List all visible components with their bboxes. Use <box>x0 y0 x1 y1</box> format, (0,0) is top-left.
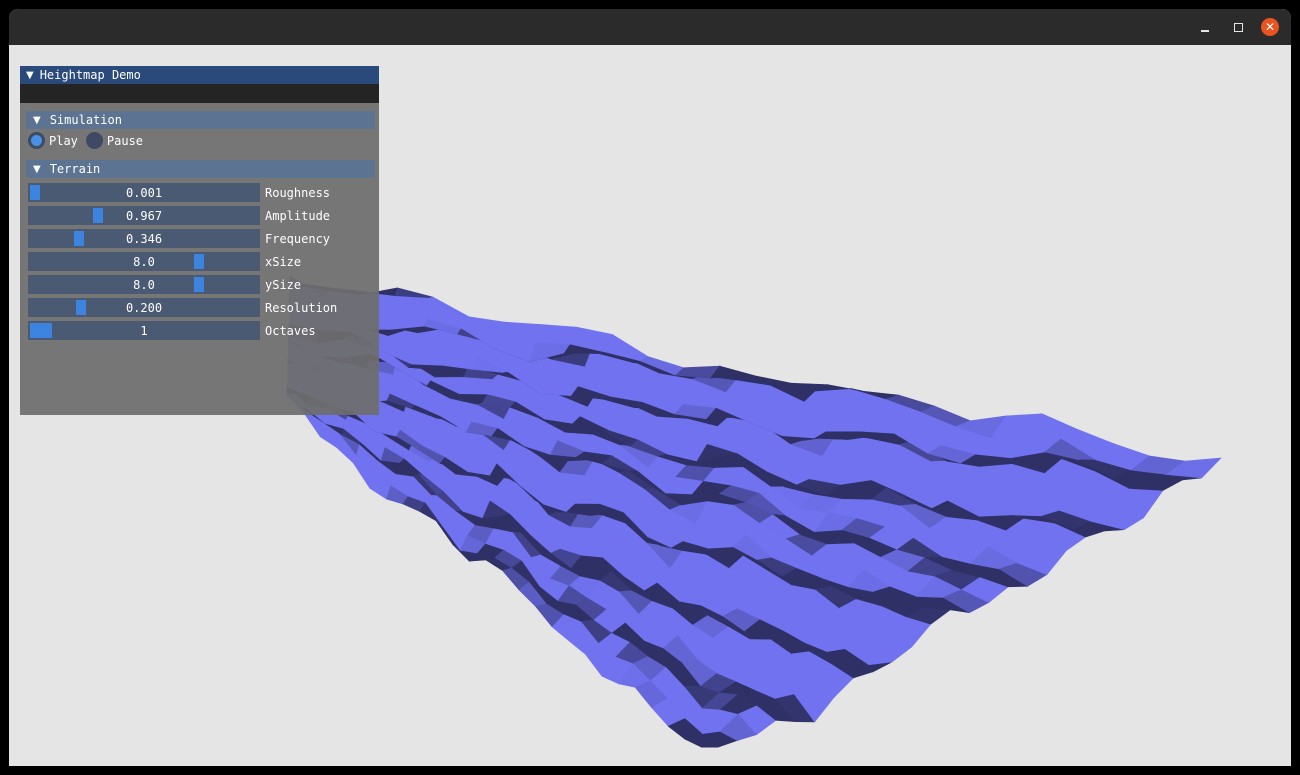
close-icon: ✕ <box>1264 20 1276 34</box>
xsize-label: xSize <box>265 254 302 269</box>
minimize-button[interactable] <box>1195 17 1215 37</box>
frequency-grab[interactable] <box>73 231 84 246</box>
resolution-value: 0.200 <box>125 300 163 315</box>
octaves-slider[interactable]: 1 <box>28 321 260 340</box>
roughness-grab[interactable] <box>30 185 40 200</box>
terrain-sliders: 0.001 Roughness 0.967 Amplitude 0.346 Fr… <box>20 178 379 342</box>
resolution-row: 0.200 Resolution <box>20 296 379 319</box>
close-button[interactable]: ✕ <box>1261 18 1279 36</box>
simulation-header-label: Simulation <box>49 113 122 127</box>
panel-menubar <box>20 84 379 103</box>
ysize-label: ySize <box>265 277 302 292</box>
maximize-button[interactable] <box>1228 17 1248 37</box>
terrain-face <box>394 287 434 299</box>
play-radio[interactable]: Play <box>28 132 78 149</box>
play-radio-label: Play <box>49 133 78 148</box>
terrain-header[interactable]: ▼ Terrain <box>26 160 375 178</box>
octaves-label: Octaves <box>265 323 316 338</box>
terrain-face <box>458 376 494 395</box>
amplitude-slider[interactable]: 0.967 <box>28 206 260 225</box>
ysize-row: 8.0 ySize <box>20 273 379 296</box>
heightmap-demo-panel[interactable]: ▼ Heightmap Demo ▼ Simulation Play Pause <box>20 66 379 415</box>
window-titlebar[interactable]: ✕ <box>9 9 1291 45</box>
octaves-value: 1 <box>140 323 148 338</box>
pause-radio-label: Pause <box>106 133 144 148</box>
maximize-icon <box>1233 22 1243 32</box>
panel-title-bar[interactable]: ▼ Heightmap Demo <box>20 66 379 84</box>
terrain-header-label: Terrain <box>49 162 101 176</box>
simulation-header[interactable]: ▼ Simulation <box>26 111 375 129</box>
resolution-grab[interactable] <box>75 300 86 315</box>
amplitude-value: 0.967 <box>125 208 163 223</box>
resolution-label: Resolution <box>265 300 338 315</box>
render-viewport[interactable]: ▼ Heightmap Demo ▼ Simulation Play Pause <box>9 45 1291 766</box>
play-radio-circle[interactable] <box>28 132 45 149</box>
amplitude-row: 0.967 Amplitude <box>20 204 379 227</box>
frequency-row: 0.346 Frequency <box>20 227 379 250</box>
pause-radio[interactable]: Pause <box>85 132 144 149</box>
amplitude-label: Amplitude <box>265 208 331 223</box>
xsize-value: 8.0 <box>133 254 155 269</box>
terrain-face <box>499 321 542 343</box>
resolution-slider[interactable]: 0.200 <box>28 298 260 317</box>
roughness-value: 0.001 <box>125 185 163 200</box>
triangle-down-icon: ▼ <box>33 163 41 175</box>
pause-radio-circle[interactable] <box>85 132 103 149</box>
triangle-down-icon: ▼ <box>33 114 41 126</box>
octaves-grab[interactable] <box>30 323 52 338</box>
xsize-slider[interactable]: 8.0 <box>28 252 260 271</box>
frequency-label: Frequency <box>265 231 331 246</box>
terrain-face <box>535 324 577 345</box>
frequency-value: 0.346 <box>125 231 163 246</box>
octaves-row: 1 Octaves <box>20 319 379 342</box>
roughness-label: Roughness <box>265 185 331 200</box>
xsize-row: 8.0 xSize <box>20 250 379 273</box>
amplitude-grab[interactable] <box>93 208 104 223</box>
ysize-grab[interactable] <box>193 277 204 292</box>
roughness-row: 0.001 Roughness <box>20 181 379 204</box>
roughness-slider[interactable]: 0.001 <box>28 183 260 202</box>
minimize-icon <box>1201 30 1209 32</box>
xsize-grab[interactable] <box>193 254 204 269</box>
panel-title: Heightmap Demo <box>39 68 141 82</box>
simulation-radio-group: Play Pause <box>20 129 379 152</box>
ysize-value: 8.0 <box>133 277 155 292</box>
ysize-slider[interactable]: 8.0 <box>28 275 260 294</box>
triangle-down-icon[interactable]: ▼ <box>26 70 34 81</box>
app-window: ✕ ▼ Heightmap Demo ▼ Simulation Play Pau… <box>9 9 1291 766</box>
frequency-slider[interactable]: 0.346 <box>28 229 260 248</box>
